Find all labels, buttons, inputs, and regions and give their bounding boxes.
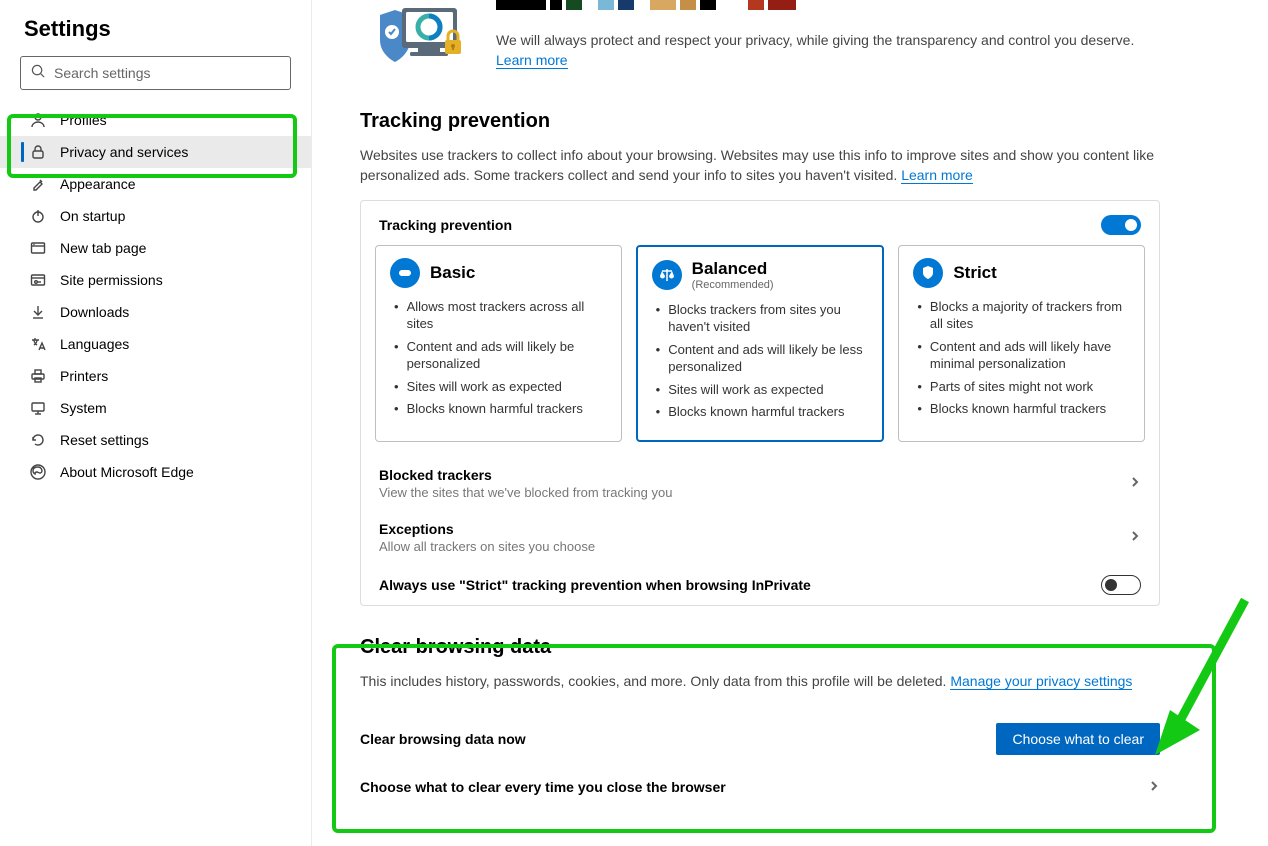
nav-item-about[interactable]: About Microsoft Edge — [0, 456, 311, 488]
chevron-right-icon — [1148, 779, 1160, 795]
clear-desc: This includes history, passwords, cookie… — [360, 673, 950, 689]
level-bullet: Content and ads will likely be personali… — [390, 338, 607, 373]
row-title: Clear browsing data now — [360, 731, 526, 747]
redacted-info — [496, 0, 1160, 10]
tracking-heading: Tracking prevention — [360, 110, 1160, 133]
banner-learn-more-link[interactable]: Learn more — [496, 52, 568, 69]
tracking-card: Tracking prevention Basic Allows most tr… — [360, 200, 1160, 606]
nav-item-downloads[interactable]: Downloads — [0, 296, 311, 328]
basic-icon — [390, 258, 420, 288]
chevron-right-icon — [1129, 529, 1141, 545]
nav-label: Languages — [60, 336, 129, 352]
inprivate-row: Always use "Strict" tracking prevention … — [361, 564, 1159, 605]
nav-item-appearance[interactable]: Appearance — [0, 168, 311, 200]
row-title: Exceptions — [379, 521, 595, 537]
privacy-illustration — [360, 0, 470, 80]
annotation-arrow — [1140, 590, 1260, 760]
level-subtitle: (Recommended) — [692, 279, 774, 291]
row-desc: Allow all trackers on sites you choose — [379, 539, 595, 554]
exceptions-row[interactable]: Exceptions Allow all trackers on sites y… — [361, 510, 1159, 564]
nav-item-newtab[interactable]: New tab page — [0, 232, 311, 264]
level-bullet: Content and ads will likely have minimal… — [913, 338, 1130, 373]
search-input[interactable] — [54, 65, 280, 81]
clear-now-row: Clear browsing data now Choose what to c… — [360, 711, 1160, 767]
tracking-card-label: Tracking prevention — [379, 217, 512, 233]
clear-heading: Clear browsing data — [360, 636, 1160, 659]
nav-label: Site permissions — [60, 272, 163, 288]
row-title: Choose what to clear every time you clos… — [360, 779, 726, 795]
level-bullet: Blocks trackers from sites you haven't v… — [652, 301, 869, 336]
clear-on-close-row[interactable]: Choose what to clear every time you clos… — [360, 767, 1160, 807]
page-title: Settings — [0, 10, 311, 56]
level-bullet: Content and ads will likely be less pers… — [652, 341, 869, 376]
nav-item-profiles[interactable]: Profiles — [0, 104, 311, 136]
choose-what-to-clear-button[interactable]: Choose what to clear — [996, 723, 1160, 755]
manage-privacy-link[interactable]: Manage your privacy settings — [950, 673, 1132, 690]
nav-label: About Microsoft Edge — [60, 464, 194, 480]
strict-icon — [913, 258, 943, 288]
search-input-wrapper[interactable] — [20, 56, 291, 90]
nav-label: Privacy and services — [60, 144, 188, 160]
level-bullet: Blocks known harmful trackers — [390, 400, 607, 418]
nav-item-printers[interactable]: Printers — [0, 360, 311, 392]
level-bullet: Sites will work as expected — [652, 381, 869, 399]
banner-text: We will always protect and respect your … — [496, 32, 1134, 48]
level-bullet: Sites will work as expected — [390, 378, 607, 396]
nav-label: On startup — [60, 208, 125, 224]
nav-item-sitepermissions[interactable]: Site permissions — [0, 264, 311, 296]
tracking-desc: Websites use trackers to collect info ab… — [360, 147, 1154, 183]
nav-item-languages[interactable]: Languages — [0, 328, 311, 360]
balanced-icon — [652, 260, 682, 290]
nav-item-startup[interactable]: On startup — [0, 200, 311, 232]
nav-item-privacy[interactable]: Privacy and services — [0, 136, 311, 168]
nav-label: Appearance — [60, 176, 136, 192]
row-desc: View the sites that we've blocked from t… — [379, 485, 672, 500]
level-bullet: Parts of sites might not work — [913, 378, 1130, 396]
nav-item-system[interactable]: System — [0, 392, 311, 424]
level-bullet: Allows most trackers across all sites — [390, 298, 607, 333]
nav-label: Downloads — [60, 304, 129, 320]
tracking-toggle[interactable] — [1101, 215, 1141, 235]
nav-label: New tab page — [60, 240, 146, 256]
nav-label: Printers — [60, 368, 108, 384]
level-bullet: Blocks known harmful trackers — [652, 403, 869, 421]
level-balanced[interactable]: Balanced (Recommended) Blocks trackers f… — [636, 245, 885, 442]
level-title: Balanced — [692, 259, 774, 279]
level-bullet: Blocks a majority of trackers from all s… — [913, 298, 1130, 333]
level-title: Basic — [430, 263, 475, 283]
search-icon — [31, 64, 46, 82]
inprivate-toggle[interactable] — [1101, 575, 1141, 595]
nav-item-reset[interactable]: Reset settings — [0, 424, 311, 456]
nav-label: System — [60, 400, 107, 416]
nav-label: Reset settings — [60, 432, 149, 448]
row-title: Always use "Strict" tracking prevention … — [379, 577, 811, 593]
nav-label: Profiles — [60, 112, 107, 128]
blocked-trackers-row[interactable]: Blocked trackers View the sites that we'… — [361, 456, 1159, 510]
level-strict[interactable]: Strict Blocks a majority of trackers fro… — [898, 245, 1145, 442]
chevron-right-icon — [1129, 475, 1141, 491]
tracking-learn-more-link[interactable]: Learn more — [901, 167, 973, 184]
level-bullet: Blocks known harmful trackers — [913, 400, 1130, 418]
level-title: Strict — [953, 263, 996, 283]
row-title: Blocked trackers — [379, 467, 672, 483]
level-basic[interactable]: Basic Allows most trackers across all si… — [375, 245, 622, 442]
